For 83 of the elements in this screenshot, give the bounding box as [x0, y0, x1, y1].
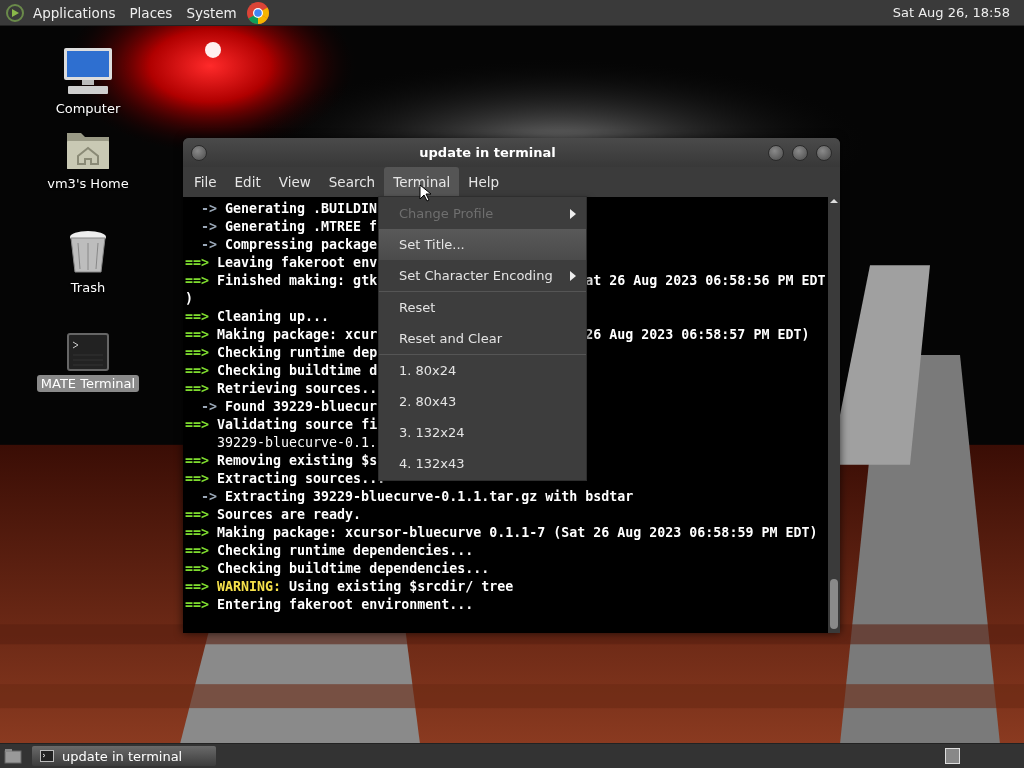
maximize-button[interactable]	[792, 144, 808, 161]
terminal-line: Compressing package	[225, 236, 378, 254]
menu-bar-item[interactable]: Help	[459, 167, 509, 197]
prompt-arrow: ==>	[185, 542, 210, 560]
prompt-arrow: ->	[201, 488, 217, 506]
prompt-arrow: ==>	[185, 524, 210, 542]
prompt-arrow: ->	[201, 200, 217, 218]
panel-menu[interactable]: Applications	[28, 2, 121, 23]
terminal-line: 39229-bluecurve-0.1.	[217, 434, 378, 452]
panel-menu[interactable]: Places	[124, 2, 178, 23]
minimize-button[interactable]	[768, 144, 784, 161]
menu-item[interactable]: Reset and Clear	[379, 323, 586, 354]
terminal-icon	[67, 333, 109, 371]
terminal-line: Making package: xcursor-bluecurve 0.1.1-7 (Sat 26 Aug 2023 06:58:59 PM EDT)	[217, 524, 818, 542]
terminal-line: Removing existing $s	[217, 452, 378, 470]
scroll-up-icon[interactable]	[830, 197, 838, 205]
prompt-arrow: ==>	[185, 308, 210, 326]
prompt-arrow: ==>	[185, 506, 210, 524]
menu-bar-item[interactable]: Edit	[225, 167, 270, 197]
terminal-line: Checking buildtime d	[217, 362, 378, 380]
computer-icon	[62, 46, 114, 96]
browser-icon[interactable]	[245, 0, 270, 25]
menu-bar-item[interactable]: Search	[319, 167, 385, 197]
menu-item[interactable]: 2. 80x43	[379, 386, 586, 417]
terminal-line: Cleaning up...	[217, 308, 330, 326]
menu-item[interactable]: Set Character Encoding	[379, 260, 586, 291]
prompt-arrow: ==>	[185, 380, 210, 398]
prompt-arrow: ==>	[185, 344, 210, 362]
warning-label: WARNING:	[217, 578, 282, 596]
terminal-line: Found 39229-bluecur	[225, 398, 378, 416]
prompt-arrow: ==>	[185, 578, 210, 596]
terminal-line: 26 Aug 2023 06:58:57 PM EDT)	[585, 326, 810, 344]
terminal-line: )	[185, 290, 193, 308]
menu-bar-item[interactable]: Terminal	[384, 167, 460, 197]
prompt-arrow: ==>	[185, 596, 210, 614]
terminal-line: Sources are ready.	[217, 506, 362, 524]
prompt-arrow: ==>	[185, 452, 210, 470]
close-button[interactable]	[816, 144, 832, 161]
scroll-thumb[interactable]	[830, 579, 838, 629]
terminal-line: Making package: xcur	[217, 326, 378, 344]
terminal-line: Finished making: gtk	[217, 272, 378, 290]
prompt-arrow: ==>	[185, 272, 210, 290]
clock[interactable]: Sat Aug 26, 18:58	[892, 5, 1018, 20]
show-desktop-icon[interactable]	[4, 748, 22, 764]
window-title: update in terminal	[419, 145, 556, 160]
prompt-arrow: ->	[201, 398, 217, 416]
menu-item[interactable]: Reset	[379, 292, 586, 323]
terminal-line: Generating .BUILDIN	[225, 200, 378, 218]
terminal-line: Entering fakeroot environment...	[217, 596, 474, 614]
menu-bar-item[interactable]: File	[185, 167, 226, 197]
desktop-icon-label[interactable]: Computer	[51, 100, 125, 117]
terminal-line: Using existing $srcdir/ tree	[289, 578, 514, 596]
logo-icon	[6, 3, 24, 22]
desktop-icon-label[interactable]: Trash	[66, 279, 110, 296]
terminal-line: Validating source fi	[217, 416, 378, 434]
terminal-line: Leaving fakeroot env	[217, 254, 378, 272]
terminal-line: Retrieving sources..	[217, 380, 378, 398]
terminal-line: Checking runtime dep	[217, 344, 378, 362]
prompt-arrow: ==>	[185, 470, 210, 488]
desktop-icon-label[interactable]: vm3's Home	[43, 175, 133, 192]
prompt-arrow: ==>	[185, 326, 210, 344]
prompt-arrow: ==>	[185, 254, 210, 272]
panel-menu[interactable]: System	[181, 2, 242, 23]
taskbar-button[interactable]: update in terminal	[32, 746, 216, 766]
prompt-arrow: ->	[201, 218, 217, 236]
trash-icon	[68, 229, 108, 275]
scrollbar[interactable]	[828, 197, 840, 633]
terminal-line: Generating .MTREE f	[225, 218, 378, 236]
menu-bar-item[interactable]: View	[269, 167, 320, 197]
window-menu-button[interactable]	[191, 144, 207, 161]
menu-item[interactable]: 3. 132x24	[379, 417, 586, 448]
menu-item[interactable]: 1. 80x24	[379, 355, 586, 386]
terminal-line: Extracting 39229-bluecurve-0.1.1.tar.gz with bsdtar	[225, 488, 634, 506]
terminal-line: Checking runtime dependencies...	[217, 542, 474, 560]
prompt-arrow: ==>	[185, 362, 210, 380]
terminal-icon	[40, 750, 54, 762]
prompt-arrow: ->	[201, 236, 217, 254]
terminal-line: at 26 Aug 2023 06:58:56 PM EDT	[585, 272, 826, 290]
workspace-switcher[interactable]	[945, 748, 960, 764]
menu-item[interactable]: Set Title...	[379, 229, 586, 260]
prompt-arrow: ==>	[185, 560, 210, 578]
terminal-line: Checking buildtime dependencies...	[217, 560, 490, 578]
prompt-arrow: ==>	[185, 416, 210, 434]
